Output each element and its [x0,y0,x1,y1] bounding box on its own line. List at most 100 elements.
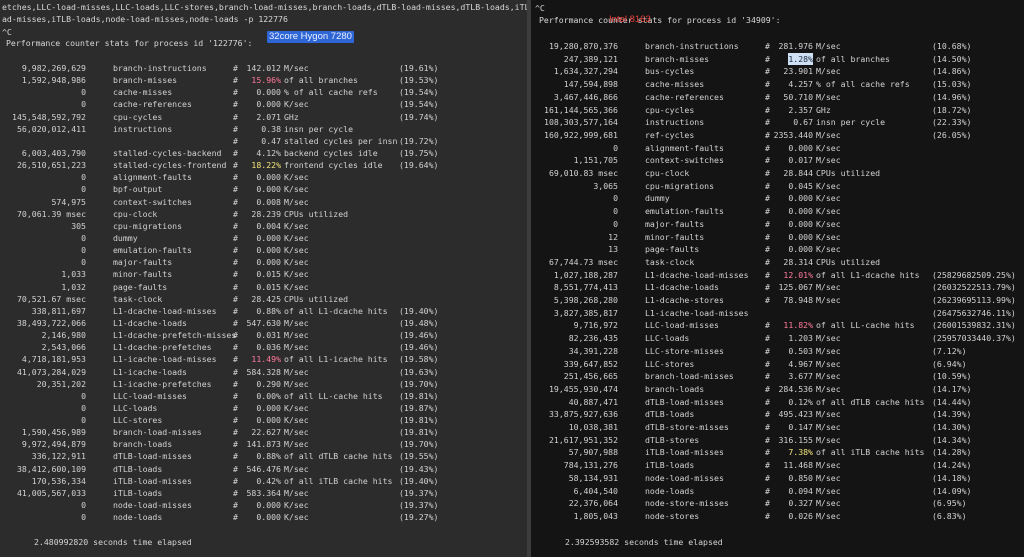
table-row: 336,122,911 dTLB-load-misses #0.88% of all … [0,450,527,462]
metric-value: 0.000 [788,244,813,255]
left-terminal-pane[interactable]: etches,LLC-load-misses,LLC-loads,LLC-sto… [0,0,527,557]
event-name: branch-misses [113,75,178,86]
comment-hash: # [765,231,770,242]
multiplex-percent: (19.43%) [399,463,439,474]
table-row: 160,922,999,681 ref-cycles #2353.440 M/sec (… [531,129,1024,141]
metric-value: 2353.440 [773,129,813,140]
event-name: task-clock [645,256,695,267]
metric-unit: of all branches [816,53,890,64]
multiplex-percent: (19.40%) [399,475,439,486]
multiplex-percent: (19.37%) [399,487,439,498]
metric-value: 50.710 [783,91,813,102]
table-row: 19,455,930,474 branch-loads #284.536 M/sec (… [531,383,1024,395]
table-row: 22,376,064 node-store-misses #0.327 M/sec (6… [531,497,1024,509]
metric-value: 0.015 [256,281,281,292]
event-name: L1-dcache-prefetch-misses [113,330,237,341]
table-row: 0 bpf-output #0.000 K/sec [0,183,527,195]
metric-value: 0.000 [256,184,281,195]
table-row: 56,020,012,411 instructions #0.38 insn per … [0,123,527,135]
event-name: L1-dcache-stores [645,295,724,305]
multiplex-percent: (19.61%) [399,63,439,73]
metric-unit: K/sec [284,512,309,523]
event-name: LLC-load-misses [113,390,187,401]
event-name: iTLB-load-misses [645,447,724,458]
event-name: page-faults [113,281,168,292]
event-name: branch-loads [113,439,173,450]
event-name: minor-faults [645,231,705,242]
table-row: 9,982,269,629 branch-instructions #142.012… [0,62,527,74]
multiplex-percent: (19.81%) [399,390,439,401]
comment-hash: # [765,206,770,217]
event-name: context-switches [645,155,724,166]
event-name: branch-load-misses [113,427,202,438]
metric-value: 0.88% [256,305,281,316]
event-name: L1-dcache-prefetches [113,342,212,353]
comment-hash: # [233,415,238,426]
metric-value: 0.290 [256,378,281,389]
event-name: node-load-misses [645,472,724,483]
metric-unit: backend cycles idle [284,147,378,158]
event-name: branch-load-misses [645,371,734,382]
counter-value: 1,592,948,986 [21,75,86,86]
event-name: LLC-loads [645,333,690,344]
interrupt-marker: ^C [535,3,545,13]
metric-unit: K/sec [284,99,309,110]
multiplex-percent: (18.72%) [932,104,972,115]
counter-value: 38,412,600,109 [16,463,86,474]
table-row: 34,391,228 LLC-store-misses #0.503 M/sec (7.… [531,345,1024,357]
counter-value: 13 [608,244,618,255]
event-name: emulation-faults [645,206,724,217]
event-name: node-load-misses [113,500,192,511]
event-name: major-faults [645,218,705,229]
multiplex-percent: (19.46%) [399,330,439,341]
metric-value: 0.045 [788,180,813,191]
counter-value: 0 [81,172,86,183]
event-name: cache-references [113,99,192,110]
comment-hash: # [233,487,238,498]
metric-unit: M/sec [816,371,841,382]
counter-value: 0 [81,184,86,195]
metric-value: 0.47 [261,135,281,146]
counter-value: 0 [613,193,618,204]
comment-hash: # [233,330,238,341]
command-line-1: etches,LLC-load-misses,LLC-loads,LLC-sto… [2,2,527,12]
comment-hash: # [233,475,238,486]
metric-unit: M/sec [816,472,841,483]
table-row: 2,543,066 L1-dcache-prefetches #0.036 M/sec… [0,341,527,353]
metric-unit: K/sec [284,402,309,413]
multiplex-percent: (15.03%) [932,79,972,90]
comment-hash: # [765,396,770,407]
right-terminal-pane[interactable]: ^C Performance counter stats for process… [531,0,1024,557]
table-row: 0 alignment-faults #0.000 K/sec [531,142,1024,154]
multiplex-percent: (19.54%) [399,87,439,98]
metric-unit: M/sec [816,41,841,51]
comment-hash: # [233,111,238,122]
table-row: 41,005,567,033 iTLB-loads #583.364 M/sec (19… [0,487,527,499]
metric-unit: K/sec [284,281,309,292]
metric-value: 0.000 [788,206,813,217]
metric-value: 11.468 [783,460,813,471]
metric-unit: M/sec [816,295,841,305]
counter-value: 0 [81,402,86,413]
counter-value: 0 [81,500,86,511]
metric-unit: insn per cycle [816,117,886,128]
comment-hash: # [233,184,238,195]
counter-value: 336,122,911 [31,451,86,462]
table-row: 8,551,774,413 L1-dcache-loads #125.067 M/se… [531,281,1024,293]
metric-unit: CPUs utilized [816,168,881,178]
comment-hash: # [233,402,238,413]
counter-value: 0 [613,142,618,153]
comment-hash: # [233,366,238,377]
table-row: 0 emulation-faults #0.000 K/sec [531,205,1024,217]
metric-value: 0.094 [788,485,813,496]
table-row: 147,594,898 cache-misses #4.257% of all ca… [531,78,1024,90]
event-name: cpu-clock [113,208,158,219]
table-row: 13 page-faults #0.000 K/sec [531,243,1024,255]
counter-value: 0 [613,206,618,217]
comment-hash: # [233,439,238,450]
event-name: branch-loads [645,383,705,394]
table-row: 247,389,121 branch-misses #1.28% of all bra… [531,52,1024,65]
comment-hash: # [765,333,770,344]
event-name: LLC-loads [113,402,158,413]
counter-value: 12 [608,231,618,242]
